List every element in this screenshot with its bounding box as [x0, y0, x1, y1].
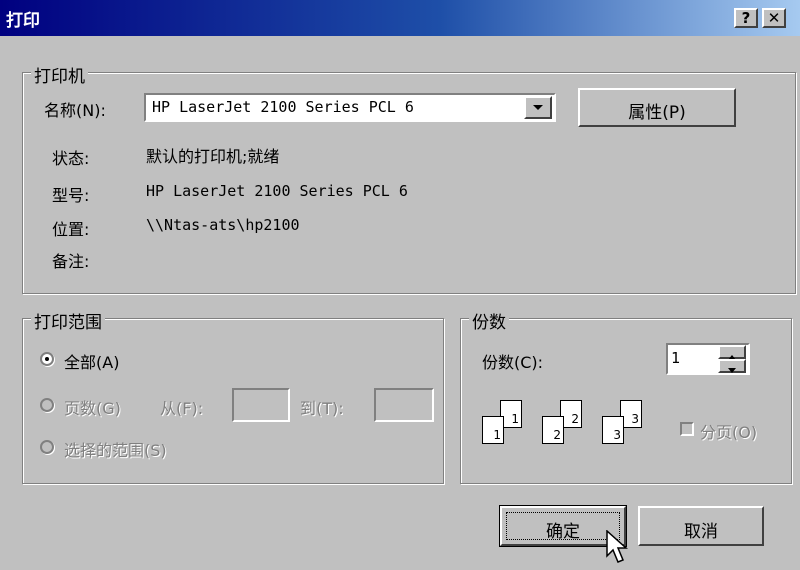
printer-group-title: 打印机: [31, 62, 88, 87]
help-icon: ?: [741, 9, 751, 27]
copies-value: 1: [671, 349, 681, 367]
collate-label[interactable]: 分页(O): [700, 419, 757, 443]
title-bar[interactable]: 打印 ? ✕: [0, 0, 800, 36]
collate-page-front-1: 1: [482, 416, 504, 444]
range-from-label: 从(F):: [160, 399, 204, 418]
printer-select-value: HP LaserJet 2100 Series PCL 6: [152, 98, 414, 116]
comment-label: 备注:: [52, 252, 90, 271]
copies-label: 份数(C):: [482, 353, 544, 372]
copies-up-button[interactable]: [718, 345, 746, 360]
print-dialog: 打印 ? ✕ 打印机 名称(N): HP LaserJet 2100 Serie…: [0, 0, 800, 570]
range-from-input[interactable]: [232, 388, 290, 422]
model-value: HP LaserJet 2100 Series PCL 6: [146, 182, 408, 200]
range-to-input[interactable]: [374, 388, 434, 422]
collate-checkbox[interactable]: [680, 422, 694, 436]
range-selection-label[interactable]: 选择的范围(S): [64, 437, 167, 461]
status-label: 状态:: [52, 149, 90, 168]
range-all-radio[interactable]: [40, 352, 54, 366]
range-all-label[interactable]: 全部(A): [64, 349, 119, 373]
printer-select[interactable]: HP LaserJet 2100 Series PCL 6: [144, 93, 556, 122]
print-range-group-title: 打印范围: [31, 308, 105, 333]
ok-button-label: 确定: [546, 522, 580, 542]
help-button[interactable]: ?: [734, 8, 758, 28]
collate-page-front-2: 2: [542, 416, 564, 444]
properties-button[interactable]: 属性(P): [578, 88, 736, 127]
location-label: 位置:: [52, 220, 90, 239]
range-selection-radio[interactable]: [40, 440, 54, 454]
model-label: 型号:: [52, 186, 90, 205]
properties-button-label: 属性(P): [628, 103, 686, 123]
radio-selected-dot: [45, 357, 49, 361]
chevron-down-icon: [728, 368, 736, 373]
location-value: \\Ntas-ats\hp2100: [146, 216, 300, 234]
close-button[interactable]: ✕: [762, 8, 786, 28]
range-pages-radio[interactable]: [40, 398, 54, 412]
copies-down-button[interactable]: [718, 359, 746, 373]
cancel-button-label: 取消: [684, 522, 718, 542]
collate-page-front-3: 3: [602, 416, 624, 444]
cancel-button[interactable]: 取消: [638, 506, 764, 546]
status-value: 默认的打印机;就绪: [146, 147, 280, 166]
mouse-cursor-icon: [606, 530, 628, 563]
chevron-down-icon: [533, 105, 543, 110]
copies-spinner[interactable]: 1: [666, 343, 750, 375]
range-to-label: 到(T):: [300, 399, 344, 418]
printer-dropdown-button[interactable]: [524, 96, 552, 119]
close-icon: ✕: [767, 9, 781, 27]
window-title: 打印: [6, 11, 40, 31]
range-pages-label[interactable]: 页数(G): [64, 395, 121, 419]
printer-name-label: 名称(N):: [44, 101, 106, 120]
copies-group-title: 份数: [469, 308, 509, 333]
